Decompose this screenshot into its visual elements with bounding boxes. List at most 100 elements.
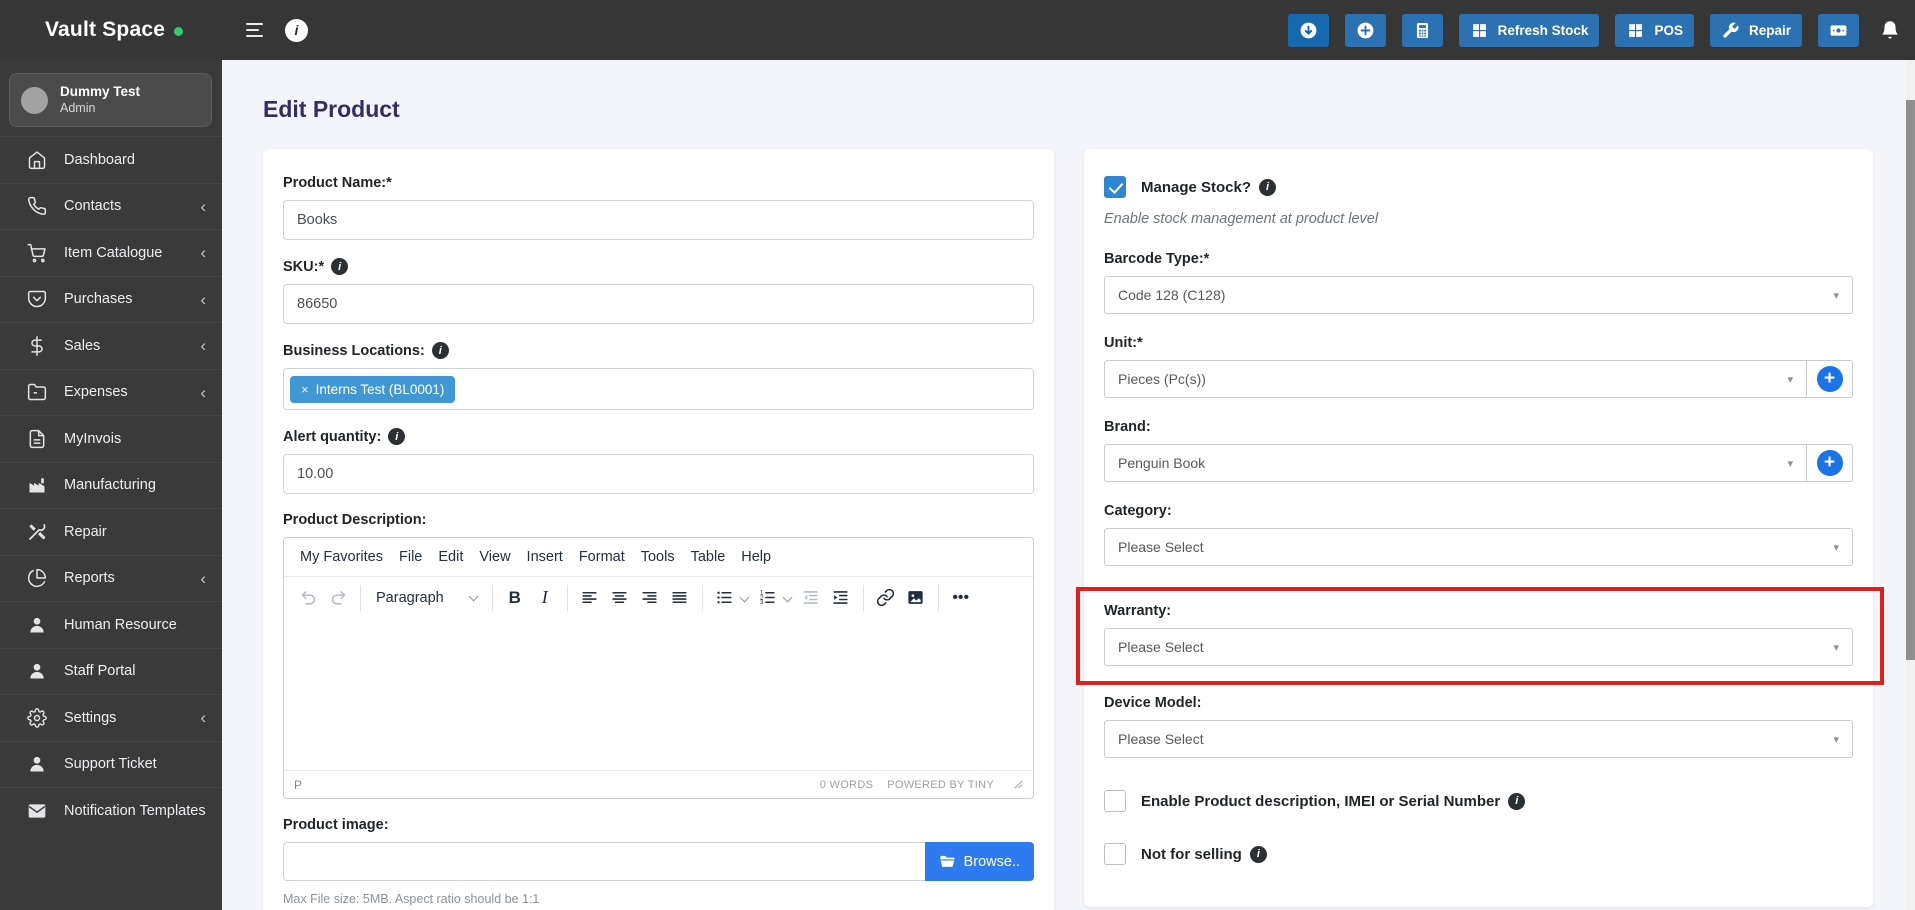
info-icon[interactable]: i <box>285 18 308 42</box>
numbered-list-dropdown-icon[interactable] <box>782 592 793 603</box>
cash-icon <box>1829 21 1848 40</box>
alert-quantity-input[interactable] <box>283 454 1034 494</box>
unit-select[interactable]: Pieces (Pc(s)) ▾ <box>1104 360 1807 398</box>
browse-button[interactable]: Browse.. <box>924 842 1034 881</box>
align-left-icon[interactable] <box>575 583 605 613</box>
editor-menu-table[interactable]: Table <box>683 543 734 571</box>
sidebar-item-myinvois[interactable]: MyInvois <box>0 415 222 462</box>
enable-imei-checkbox[interactable] <box>1104 790 1126 812</box>
align-justify-icon[interactable] <box>665 583 695 613</box>
dollar-icon <box>27 336 47 356</box>
add-unit-button[interactable]: + <box>1807 360 1853 398</box>
sidebar-item-reports[interactable]: Reports ‹ <box>0 554 222 602</box>
repair-button[interactable]: Repair <box>1709 13 1802 47</box>
notifications-bell-icon[interactable] <box>1879 19 1901 41</box>
product-name-input[interactable] <box>283 200 1034 240</box>
editor-menu-format[interactable]: Format <box>571 543 633 571</box>
barcode-type-select[interactable]: Code 128 (C128) ▾ <box>1104 276 1853 314</box>
align-center-icon[interactable] <box>605 583 635 613</box>
chevron-collapse-icon: ‹ <box>200 289 206 309</box>
business-locations-input[interactable]: × Interns Test (BL0001) <box>283 368 1034 410</box>
business-locations-info-icon[interactable] <box>431 342 449 359</box>
sidebar-toggle-icon[interactable] <box>246 22 263 38</box>
manage-stock-info-icon[interactable] <box>1259 178 1277 196</box>
device-model-select[interactable]: Please Select ▾ <box>1104 720 1853 758</box>
sidebar-item-purchases[interactable]: Purchases ‹ <box>0 275 222 323</box>
product-image-label: Product image: <box>283 817 389 833</box>
product-name-label: Product Name:* <box>283 175 392 191</box>
sku-input[interactable] <box>283 284 1034 324</box>
scrollbar-thumb[interactable] <box>1906 100 1915 660</box>
cash-register-button[interactable] <box>1818 13 1859 47</box>
indent-icon[interactable] <box>826 583 856 613</box>
sku-info-icon[interactable] <box>331 258 349 275</box>
editor-menu-file[interactable]: File <box>391 543 430 571</box>
sidebar-item-settings[interactable]: Settings ‹ <box>0 694 222 741</box>
sidebar-item-support-ticket[interactable]: Support Ticket <box>0 740 222 788</box>
redo-icon[interactable] <box>323 583 353 613</box>
enable-imei-info-icon[interactable] <box>1508 792 1526 810</box>
calculator-icon <box>1413 21 1432 40</box>
sidebar-item-manufacturing[interactable]: Manufacturing <box>0 461 222 509</box>
download-button[interactable] <box>1287 13 1329 47</box>
bullet-list-icon[interactable] <box>710 583 740 613</box>
not-for-selling-label: Not for selling <box>1141 845 1267 863</box>
editor-menu-my-favorites[interactable]: My Favorites <box>292 543 391 571</box>
manage-stock-note: Enable stock management at product level <box>1104 211 1379 227</box>
editor-menu-view[interactable]: View <box>471 543 518 571</box>
paragraph-style-dropdown[interactable]: Paragraph <box>368 590 485 606</box>
editor-content-area[interactable] <box>284 618 1033 770</box>
undo-icon[interactable] <box>293 583 323 613</box>
sidebar-item-label: Human Resource <box>64 616 177 633</box>
alert-quantity-label: Alert quantity: <box>283 428 1034 445</box>
pos-button[interactable]: POS <box>1615 13 1694 47</box>
user-card[interactable]: Dummy Test Admin <box>9 73 212 127</box>
calculator-button[interactable] <box>1401 13 1443 47</box>
insert-link-icon[interactable] <box>871 583 901 613</box>
sidebar-item-label: Sales <box>64 337 101 354</box>
product-image-filename-input[interactable] <box>283 842 925 881</box>
sidebar-item-contacts[interactable]: Contacts ‹ <box>0 182 222 230</box>
italic-icon[interactable]: I <box>530 583 560 613</box>
add-button[interactable] <box>1344 13 1386 47</box>
not-for-selling-checkbox[interactable] <box>1104 843 1126 865</box>
sidebar-item-human-resource[interactable]: Human Resource <box>0 601 222 648</box>
numbered-list-icon[interactable] <box>753 583 783 613</box>
sidebar-item-expenses[interactable]: Expenses ‹ <box>0 368 222 416</box>
chip-remove-icon[interactable]: × <box>301 382 309 397</box>
brand-select[interactable]: Penguin Book ▾ <box>1104 444 1807 482</box>
sidebar-item-label: MyInvois <box>64 430 122 447</box>
resize-handle-icon[interactable] <box>1014 780 1023 789</box>
category-select[interactable]: Please Select ▾ <box>1104 528 1853 566</box>
manage-stock-checkbox[interactable] <box>1104 176 1126 198</box>
more-toolbar-icon[interactable]: ••• <box>946 583 976 613</box>
editor-menu-help[interactable]: Help <box>733 543 779 571</box>
bold-icon[interactable]: B <box>500 583 530 613</box>
brand[interactable]: Vault Space <box>0 18 222 42</box>
user-icon <box>27 615 47 635</box>
sidebar-item-dashboard[interactable]: Dashboard <box>0 136 222 183</box>
insert-image-icon[interactable] <box>901 583 931 613</box>
align-right-icon[interactable] <box>635 583 665 613</box>
editor-menu-tools[interactable]: Tools <box>633 543 683 571</box>
sidebar-item-label: Manufacturing <box>64 477 156 494</box>
alert-quantity-info-icon[interactable] <box>388 428 406 445</box>
not-for-selling-info-icon[interactable] <box>1249 845 1267 863</box>
wrench-icon <box>1721 21 1740 40</box>
product-image-notes: Max File size: 5MB. Aspect ratio should … <box>283 892 540 906</box>
powered-by: POWERED BY TINY <box>887 778 994 791</box>
sidebar-item-repair[interactable]: Repair <box>0 508 222 555</box>
sidebar-item-item-catalogue[interactable]: Item Catalogue ‹ <box>0 229 222 276</box>
editor-menu-edit[interactable]: Edit <box>430 543 471 571</box>
page-scrollbar[interactable] <box>1906 60 1915 910</box>
sidebar-item-notification-templates[interactable]: Notification Templates <box>0 787 222 834</box>
refresh-stock-button[interactable]: Refresh Stock <box>1458 13 1600 47</box>
bullet-list-dropdown-icon[interactable] <box>739 592 750 603</box>
outdent-icon[interactable] <box>796 583 826 613</box>
warranty-select[interactable]: Please Select ▾ <box>1104 628 1853 666</box>
sidebar-item-staff-portal[interactable]: Staff Portal <box>0 647 222 695</box>
sidebar-item-sales[interactable]: Sales ‹ <box>0 322 222 369</box>
grid-icon <box>1626 21 1645 40</box>
editor-menu-insert[interactable]: Insert <box>519 543 571 571</box>
add-brand-button[interactable]: + <box>1807 444 1853 482</box>
